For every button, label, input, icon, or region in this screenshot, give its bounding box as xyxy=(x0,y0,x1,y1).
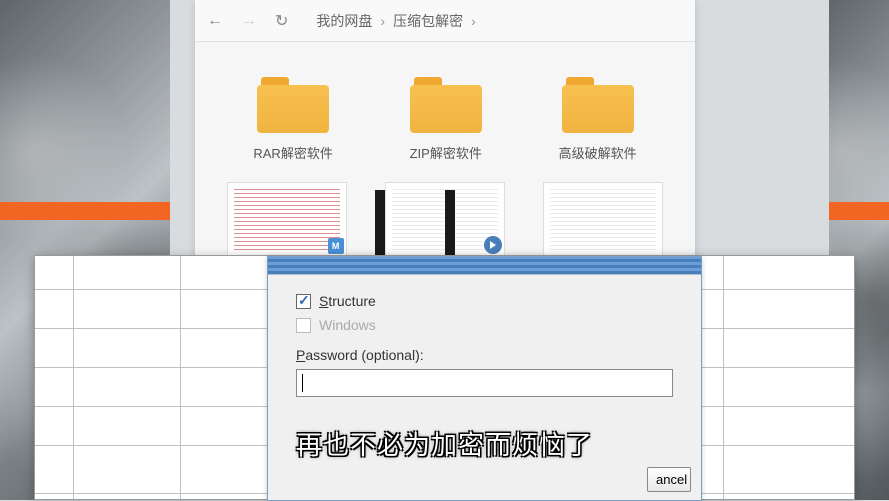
password-label: Password (optional): xyxy=(296,347,673,363)
breadcrumb-sub[interactable]: 压缩包解密 xyxy=(393,11,463,31)
folder-item-rar[interactable]: RAR解密软件 xyxy=(253,77,332,162)
play-icon xyxy=(484,236,502,254)
structure-label: Structure xyxy=(319,293,376,309)
folder-item-zip[interactable]: ZIP解密软件 xyxy=(410,77,482,162)
structure-checkbox-row[interactable]: Structure xyxy=(296,293,673,309)
refresh-icon[interactable]: ↻ xyxy=(275,11,288,31)
folder-label: ZIP解密软件 xyxy=(410,143,482,162)
folder-label: 高级破解软件 xyxy=(559,143,637,162)
folder-icon xyxy=(410,77,482,133)
breadcrumb-root[interactable]: 我的网盘 xyxy=(316,11,372,31)
dialog-button-row: ancel xyxy=(647,467,691,492)
folder-item-advanced[interactable]: 高级破解软件 xyxy=(559,77,637,162)
password-input[interactable] xyxy=(296,369,673,397)
export-dialog: Structure Windows Password (optional): a… xyxy=(267,256,702,501)
spreadsheet-window: Structure Windows Password (optional): a… xyxy=(34,255,855,500)
chevron-right-icon: › xyxy=(471,13,476,29)
chevron-right-icon: › xyxy=(380,13,385,29)
breadcrumb: 我的网盘 › 压缩包解密 › xyxy=(316,11,475,31)
windows-checkbox xyxy=(296,318,311,333)
video-subtitle: 再也不必为加密而烦恼了 xyxy=(296,425,593,462)
text-cursor xyxy=(302,374,303,392)
structure-checkbox[interactable] xyxy=(296,294,311,309)
word-badge-icon: M xyxy=(328,238,344,254)
file-preview-item[interactable]: M xyxy=(227,182,347,257)
decorative-bar-right xyxy=(829,202,889,220)
browser-toolbar: ← → ↻ 我的网盘 › 压缩包解密 › xyxy=(195,0,695,42)
windows-checkbox-row: Windows xyxy=(296,317,673,333)
folder-grid: RAR解密软件 ZIP解密软件 高级破解软件 xyxy=(195,42,695,172)
file-preview-item[interactable] xyxy=(543,182,663,257)
windows-label: Windows xyxy=(319,317,376,333)
folder-icon xyxy=(562,77,634,133)
cancel-button[interactable]: ancel xyxy=(647,467,691,492)
dialog-body: Structure Windows Password (optional): xyxy=(268,275,701,407)
forward-arrow-icon[interactable]: → xyxy=(241,12,257,30)
folder-icon xyxy=(257,77,329,133)
decorative-bar-left xyxy=(0,202,170,220)
dialog-title-bar xyxy=(268,257,701,275)
back-arrow-icon[interactable]: ← xyxy=(207,12,223,30)
folder-label: RAR解密软件 xyxy=(253,143,332,162)
